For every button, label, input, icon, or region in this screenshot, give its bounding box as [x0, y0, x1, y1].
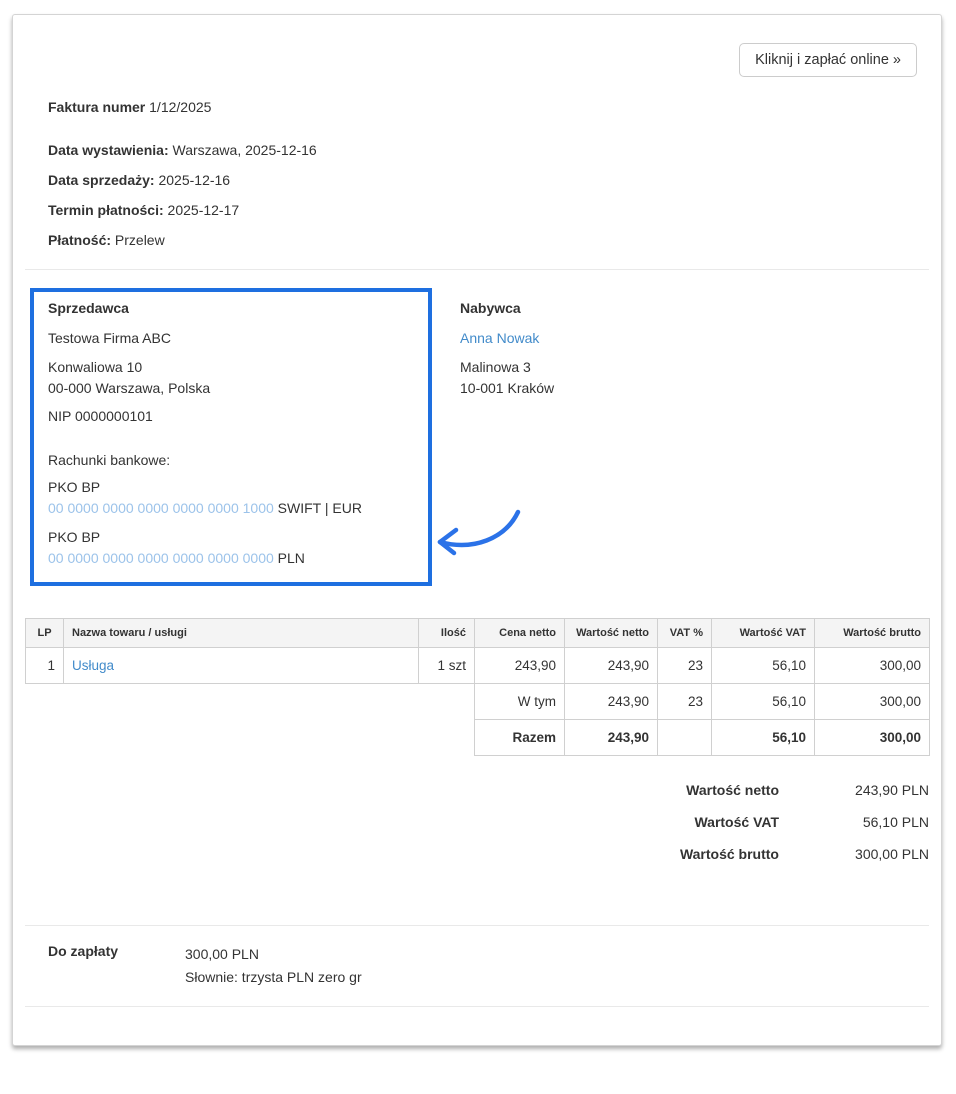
items-table: LP Nazwa towaru / usługi Ilość Cena nett…: [25, 618, 930, 756]
subtotal-net: 243,90: [564, 683, 658, 720]
payment-due-label: Do zapłaty: [48, 943, 119, 959]
bank-account-suffix: PLN: [277, 550, 305, 566]
payment-due-section: Do zapłaty 300,00 PLN Słownie: trzysta P…: [48, 926, 906, 989]
total-gross: 300,00: [814, 719, 930, 756]
seller-tax-id: NIP 0000000101: [48, 408, 153, 424]
invoice-dates: Data wystawienia: Warszawa, 2025-12-16 D…: [48, 143, 906, 247]
bank-name: PKO BP: [48, 529, 101, 545]
invoice-number-line: Faktura numer 1/12/2025: [48, 99, 906, 115]
column-header-vat-rate: VAT %: [657, 618, 712, 648]
divider: [25, 269, 929, 270]
item-vat-rate: 23: [657, 647, 712, 684]
seller-address: Konwaliowa 10 00-000 Warszawa, Polska: [48, 357, 460, 399]
item-row: 1 Usługa 1 szt 243,90 243,90 23 56,10 30…: [25, 647, 930, 684]
payment-due-amount: 300,00 PLN: [185, 946, 259, 962]
total-net: 243,90: [564, 719, 658, 756]
buyer-title: Nabywca: [460, 300, 521, 316]
payment-due-words: Słownie: trzysta PLN zero gr: [185, 969, 362, 985]
subtotal-spacer: [26, 684, 475, 720]
item-qty: 1 szt: [418, 647, 475, 684]
seller-name: Testowa Firma ABC: [48, 330, 171, 346]
summary-gross-value: 300,00 PLN: [855, 846, 929, 862]
column-header-unit-net: Cena netto: [474, 618, 565, 648]
subtotal-row: W tym 243,90 23 56,10 300,00: [26, 683, 930, 720]
divider: [25, 1006, 929, 1007]
column-header-lp: LP: [25, 618, 64, 648]
total-spacer: [26, 720, 475, 756]
summary-gross-label: Wartość brutto: [679, 846, 779, 862]
item-vat: 56,10: [711, 647, 815, 684]
invoice-card: Kliknij i zapłać online » Faktura numer …: [12, 14, 942, 1046]
subtotal-vat-rate: 23: [657, 683, 712, 720]
item-unit-net: 243,90: [474, 647, 565, 684]
buyer-name-link[interactable]: Anna Nowak: [460, 330, 539, 346]
item-net: 243,90: [564, 647, 658, 684]
sale-date-label: Data sprzedaży:: [48, 172, 155, 188]
item-gross: 300,00: [814, 647, 930, 684]
seller-address-line1: Konwaliowa 10: [48, 359, 143, 375]
summary-row-gross: Wartość brutto 300,00 PLN: [25, 838, 929, 870]
total-vat-rate: [657, 719, 712, 756]
subtotal-gross: 300,00: [814, 683, 930, 720]
bank-account-pln: PKO BP 00 0000 0000 0000 0000 0000 0000 …: [48, 527, 460, 569]
bank-account-suffix: SWIFT | EUR: [277, 500, 362, 516]
total-label: Razem: [474, 719, 565, 756]
sale-date-line: Data sprzedaży: 2025-12-16: [48, 173, 906, 187]
issue-date-line: Data wystawienia: Warszawa, 2025-12-16: [48, 143, 906, 157]
summary-net-label: Wartość netto: [686, 782, 779, 798]
payment-deadline-label: Termin płatności:: [48, 202, 164, 218]
summary-vat-value: 56,10 PLN: [862, 814, 929, 830]
bank-account-number-link[interactable]: 00 0000 0000 0000 0000 0000 1000: [48, 500, 274, 516]
items-table-header-row: LP Nazwa towaru / usługi Ilość Cena nett…: [25, 618, 930, 648]
column-header-gross: Wartość brutto: [814, 618, 930, 648]
summary-row-vat: Wartość VAT 56,10 PLN: [25, 806, 929, 838]
totals-summary: Wartość netto 243,90 PLN Wartość VAT 56,…: [25, 774, 929, 870]
invoice-number-value: 1/12/2025: [149, 99, 212, 115]
bank-accounts-label: Rachunki bankowe:: [48, 452, 171, 468]
buyer-address-line2: 10-001 Kraków: [460, 380, 555, 396]
pay-online-button[interactable]: Kliknij i zapłać online »: [739, 43, 917, 77]
buyer-section: Nabywca Anna Nowak Malinowa 3 10-001 Kra…: [460, 298, 929, 598]
issue-date-label: Data wystawienia:: [48, 142, 169, 158]
column-header-vat: Wartość VAT: [711, 618, 815, 648]
payment-deadline-line: Termin płatności: 2025-12-17: [48, 203, 906, 217]
item-lp: 1: [25, 647, 64, 684]
payment-deadline-value: 2025-12-17: [167, 202, 240, 218]
summary-vat-label: Wartość VAT: [694, 814, 779, 830]
pay-button-row: Kliknij i zapłać online »: [25, 43, 917, 77]
column-header-name: Nazwa towaru / usługi: [63, 618, 419, 648]
parties-section: Sprzedawca Testowa Firma ABC Konwaliowa …: [25, 288, 929, 598]
payment-method-value: Przelew: [114, 232, 165, 248]
subtotal-vat: 56,10: [711, 683, 815, 720]
seller-address-line2: 00-000 Warszawa, Polska: [48, 380, 211, 396]
seller-title: Sprzedawca: [48, 300, 129, 316]
summary-net-value: 243,90 PLN: [855, 782, 929, 798]
sale-date-value: 2025-12-16: [158, 172, 231, 188]
seller-section: Sprzedawca Testowa Firma ABC Konwaliowa …: [25, 298, 460, 598]
column-header-net: Wartość netto: [564, 618, 658, 648]
buyer-address-line1: Malinowa 3: [460, 359, 531, 375]
payment-method-line: Płatność: Przelew: [48, 233, 906, 247]
column-header-qty: Ilość: [418, 618, 475, 648]
total-row: Razem 243,90 56,10 300,00: [26, 719, 930, 756]
bank-account-eur: PKO BP 00 0000 0000 0000 0000 0000 1000 …: [48, 477, 460, 519]
bank-account-number-link[interactable]: 00 0000 0000 0000 0000 0000 0000: [48, 550, 274, 566]
subtotal-label: W tym: [474, 683, 565, 720]
total-vat: 56,10: [711, 719, 815, 756]
item-name-link[interactable]: Usługa: [72, 658, 114, 673]
bank-name: PKO BP: [48, 479, 101, 495]
issue-date-value: Warszawa, 2025-12-16: [172, 142, 317, 158]
payment-method-label: Płatność:: [48, 232, 112, 248]
invoice-number-label: Faktura numer: [48, 99, 146, 115]
summary-row-net: Wartość netto 243,90 PLN: [25, 774, 929, 806]
buyer-address: Malinowa 3 10-001 Kraków: [460, 357, 929, 399]
